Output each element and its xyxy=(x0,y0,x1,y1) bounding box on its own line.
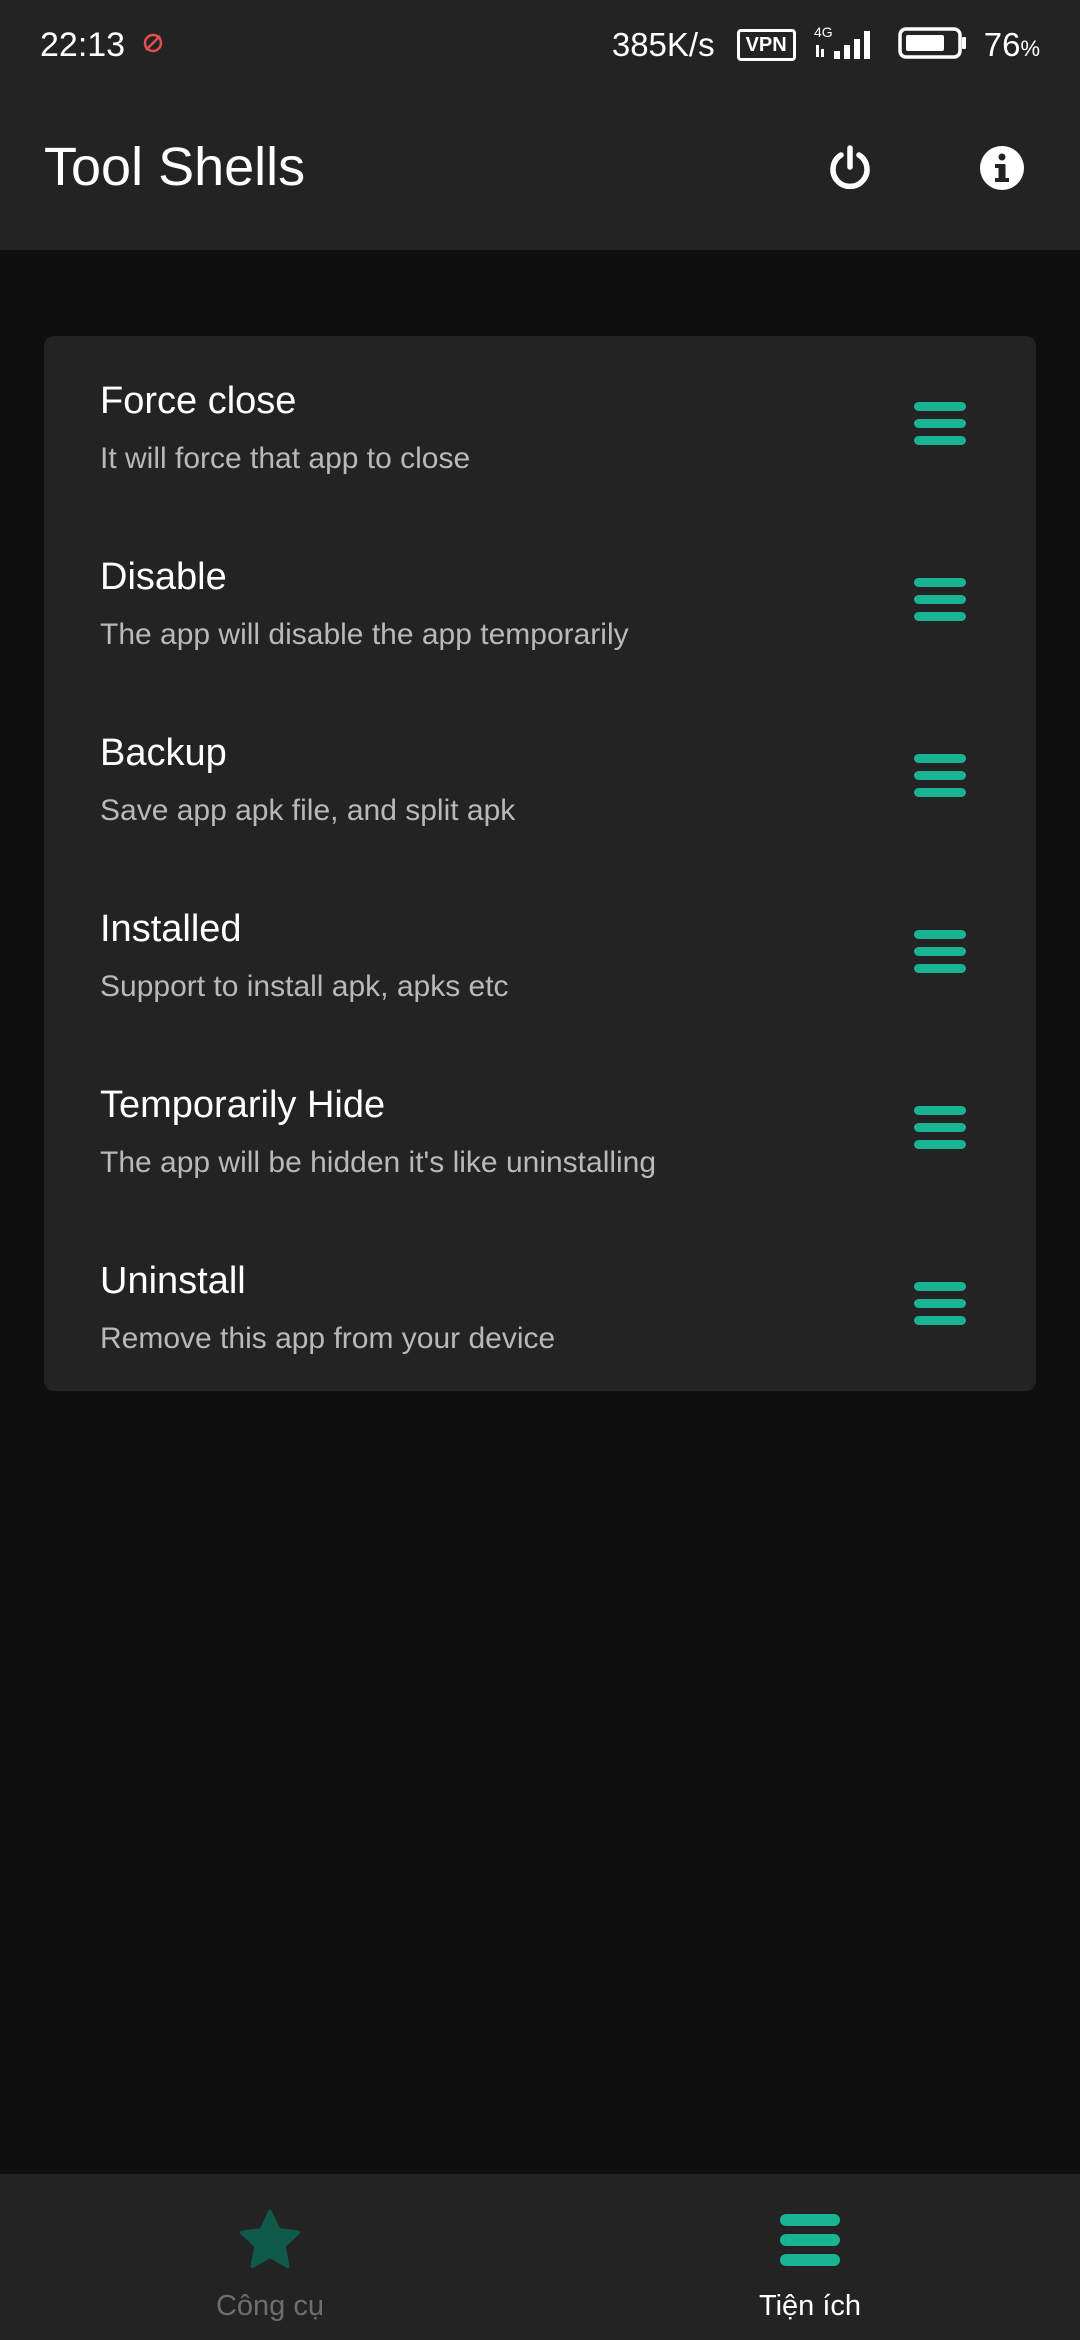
tool-title: Temporarily Hide xyxy=(100,1084,386,1126)
info-button[interactable] xyxy=(974,142,1030,198)
tool-subtitle: The app will be hidden it's like uninsta… xyxy=(100,1146,657,1179)
status-time: 22:13 xyxy=(40,25,126,64)
nav-tab-label: Công cụ xyxy=(215,2290,324,2322)
tool-row-disable[interactable]: Disable The app will disable the app tem… xyxy=(44,512,1036,688)
bottom-nav: Công cụ Tiện ích xyxy=(0,2174,1080,2340)
nav-tab-tien-ich[interactable]: Tiện ích xyxy=(540,2174,1080,2340)
info-icon xyxy=(978,144,1026,197)
app-bar: Tool Shells xyxy=(0,90,1080,250)
battery-icon xyxy=(897,26,968,65)
status-bar-left: 22:13 xyxy=(40,26,165,65)
battery-unit: % xyxy=(1020,36,1040,61)
tool-row-installed[interactable]: Installed Support to install apk, apks e… xyxy=(44,864,1036,1040)
vpn-badge: VPN xyxy=(736,29,796,61)
tool-subtitle: Support to install apk, apks etc xyxy=(100,970,509,1003)
tool-subtitle: It will force that app to close xyxy=(100,442,471,475)
menu-icon xyxy=(914,578,966,621)
tool-subtitle: Remove this app from your device xyxy=(100,1322,556,1355)
notification-muted-icon xyxy=(141,31,165,60)
tool-row-force-close[interactable]: Force close It will force that app to cl… xyxy=(44,336,1036,512)
network-type: 4G xyxy=(814,24,833,40)
tool-row-temporarily-hide[interactable]: Temporarily Hide The app will be hidden … xyxy=(44,1040,1036,1216)
battery-level: 76 xyxy=(983,26,1021,63)
nav-tab-label: Tiện ích xyxy=(758,2290,862,2322)
power-icon xyxy=(825,143,875,198)
menu-icon xyxy=(914,930,966,973)
star-icon xyxy=(240,2210,300,2268)
tool-title: Force close xyxy=(100,380,297,422)
nav-tab-cong-cu[interactable]: Công cụ xyxy=(0,2174,540,2340)
screen: 22:13 385K/s VPN 4G 76% Tool Shells Forc… xyxy=(0,0,1080,2340)
tool-title: Uninstall xyxy=(100,1260,246,1302)
menu-icon xyxy=(780,2214,840,2266)
tool-subtitle: The app will disable the app temporarily xyxy=(100,618,629,651)
tool-title: Disable xyxy=(100,556,227,598)
signal-icon: 4G xyxy=(812,23,882,68)
menu-icon xyxy=(914,1282,966,1325)
tool-row-uninstall[interactable]: Uninstall Remove this app from your devi… xyxy=(44,1216,1036,1392)
status-bar-right: 385K/s VPN 4G 76% xyxy=(612,23,1040,68)
tool-title: Installed xyxy=(100,908,242,950)
tool-row-backup[interactable]: Backup Save app apk file, and split apk xyxy=(44,688,1036,864)
battery-percentage: 76% xyxy=(984,26,1040,64)
tool-title: Backup xyxy=(100,732,227,774)
menu-icon xyxy=(914,754,966,797)
network-speed: 385K/s xyxy=(611,26,715,63)
menu-icon xyxy=(914,402,966,445)
page-title: Tool Shells xyxy=(44,137,306,197)
power-button[interactable] xyxy=(822,142,878,198)
tools-card: Force close It will force that app to cl… xyxy=(44,336,1036,1391)
tool-subtitle: Save app apk file, and split apk xyxy=(100,794,516,827)
status-bar: 22:13 385K/s VPN 4G 76% xyxy=(0,0,1080,90)
menu-icon xyxy=(914,1106,966,1149)
